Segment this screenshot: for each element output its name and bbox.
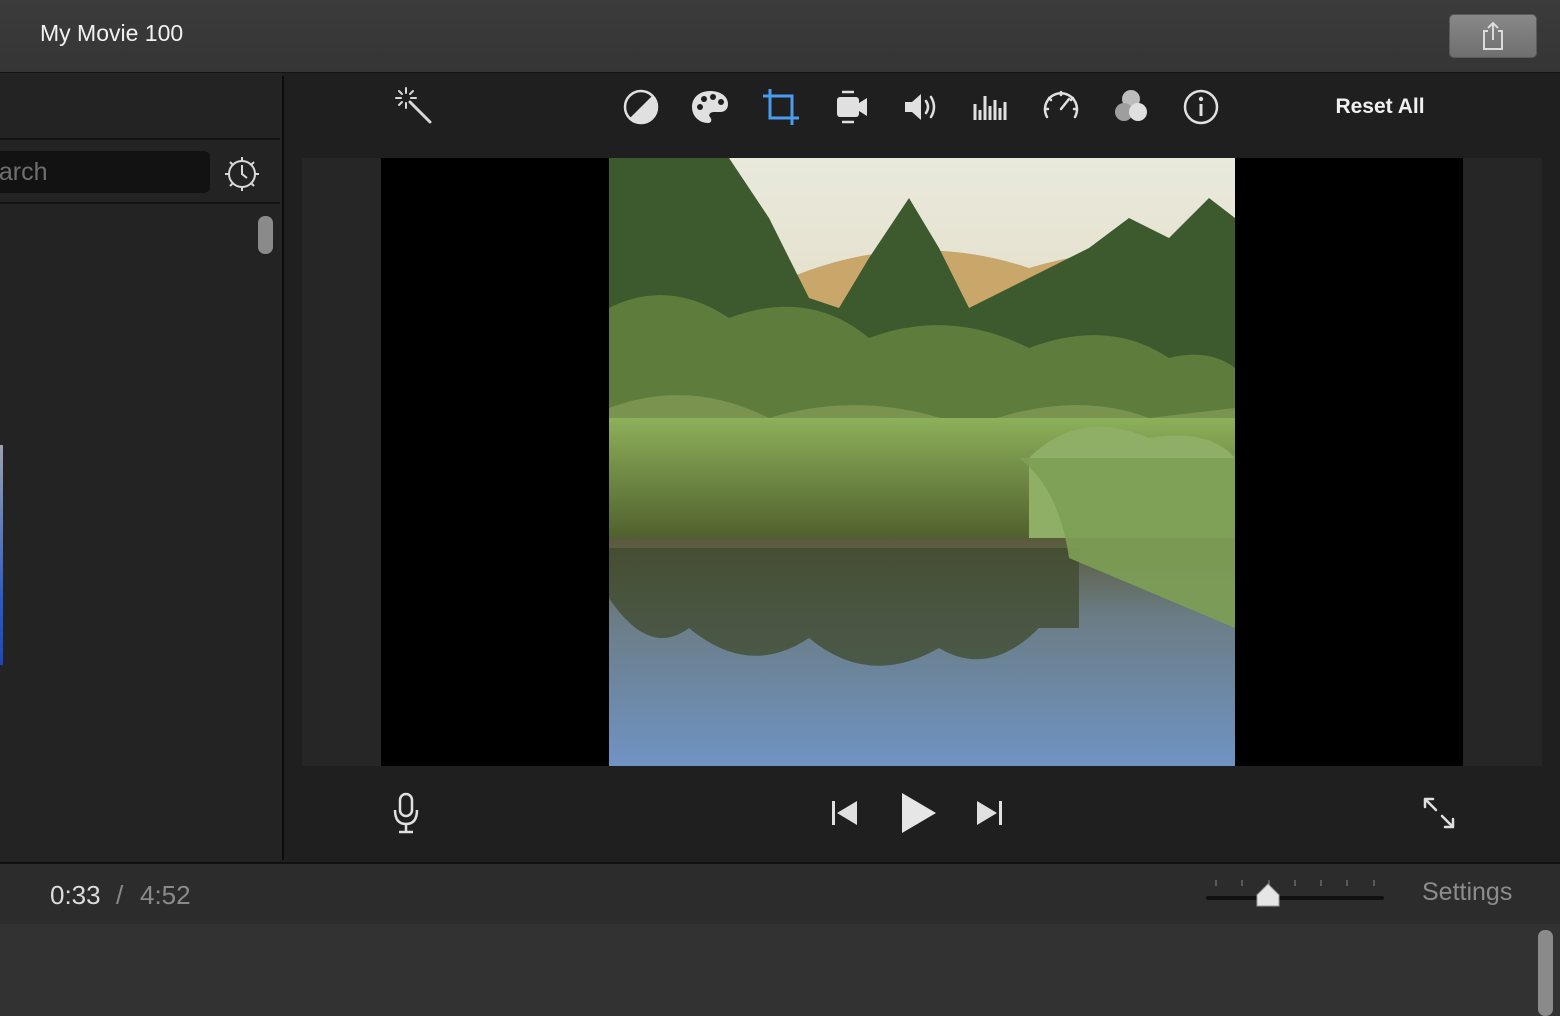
skip-back-icon [832, 801, 857, 825]
fullscreen-button[interactable] [1418, 792, 1460, 834]
total-duration: 4:52 [140, 880, 191, 910]
reset-all-button[interactable]: Reset All [1310, 90, 1450, 124]
voiceover-button[interactable] [384, 788, 428, 838]
skip-forward-icon [977, 801, 1002, 825]
stabilization-button[interactable] [829, 85, 873, 129]
zoom-slider-thumb[interactable] [1255, 882, 1281, 908]
sidebar-scrollbar[interactable] [258, 216, 273, 254]
time-separator: / [116, 880, 124, 910]
volume-button[interactable] [899, 85, 943, 129]
timeline-scrollbar[interactable] [1538, 930, 1553, 1016]
video-frame-image [609, 158, 1235, 766]
noise-reduction-button[interactable] [969, 85, 1013, 129]
search-placeholder: earch [0, 158, 48, 186]
video-camera-icon [837, 90, 867, 124]
sidebar-separator [0, 202, 280, 204]
sidebar-separator [0, 138, 280, 140]
title-bar [0, 0, 1560, 73]
speaker-icon [905, 94, 936, 120]
sidebar-divider[interactable] [282, 76, 284, 860]
color-balance-button[interactable] [619, 85, 663, 129]
next-button[interactable] [970, 792, 1012, 834]
current-time: 0:33 [50, 880, 101, 910]
search-input[interactable]: earch [0, 151, 210, 193]
info-icon [1183, 89, 1219, 125]
color-balance-icon [623, 89, 659, 125]
auto-enhance-button[interactable] [392, 84, 436, 128]
zoom-slider-ticks [1215, 880, 1375, 886]
previous-button[interactable] [822, 792, 864, 834]
speed-button[interactable] [1039, 85, 1083, 129]
zoom-slider[interactable] [1206, 896, 1384, 900]
clip-filter-button[interactable] [1109, 85, 1153, 129]
timeline-toolbar [0, 862, 1560, 926]
palette-icon [692, 91, 728, 123]
expand-icon [1423, 797, 1455, 829]
timeline-settings-button[interactable]: Settings [1422, 878, 1512, 907]
gear-icon [225, 157, 259, 191]
speedometer-icon [1043, 90, 1079, 119]
microphone-icon [393, 792, 419, 834]
project-title: My Movie 100 [40, 20, 184, 46]
crop-button[interactable] [759, 85, 803, 129]
equalizer-icon [973, 96, 1007, 120]
color-correction-button[interactable] [688, 85, 732, 129]
crop-icon [763, 89, 799, 125]
magic-wand-icon [395, 87, 432, 124]
share-button[interactable] [1449, 14, 1537, 58]
play-button[interactable] [893, 788, 943, 838]
video-preview[interactable] [609, 158, 1235, 766]
share-icon [1483, 21, 1503, 50]
slider-thumb-shape [1256, 883, 1280, 907]
clip-info-button[interactable] [1179, 85, 1223, 129]
play-icon [902, 793, 936, 833]
sidebar-settings-button[interactable] [222, 154, 262, 194]
timeline-area[interactable] [0, 924, 1560, 1016]
filter-circles-icon [1115, 90, 1147, 121]
selected-clip-edge[interactable] [0, 445, 3, 665]
